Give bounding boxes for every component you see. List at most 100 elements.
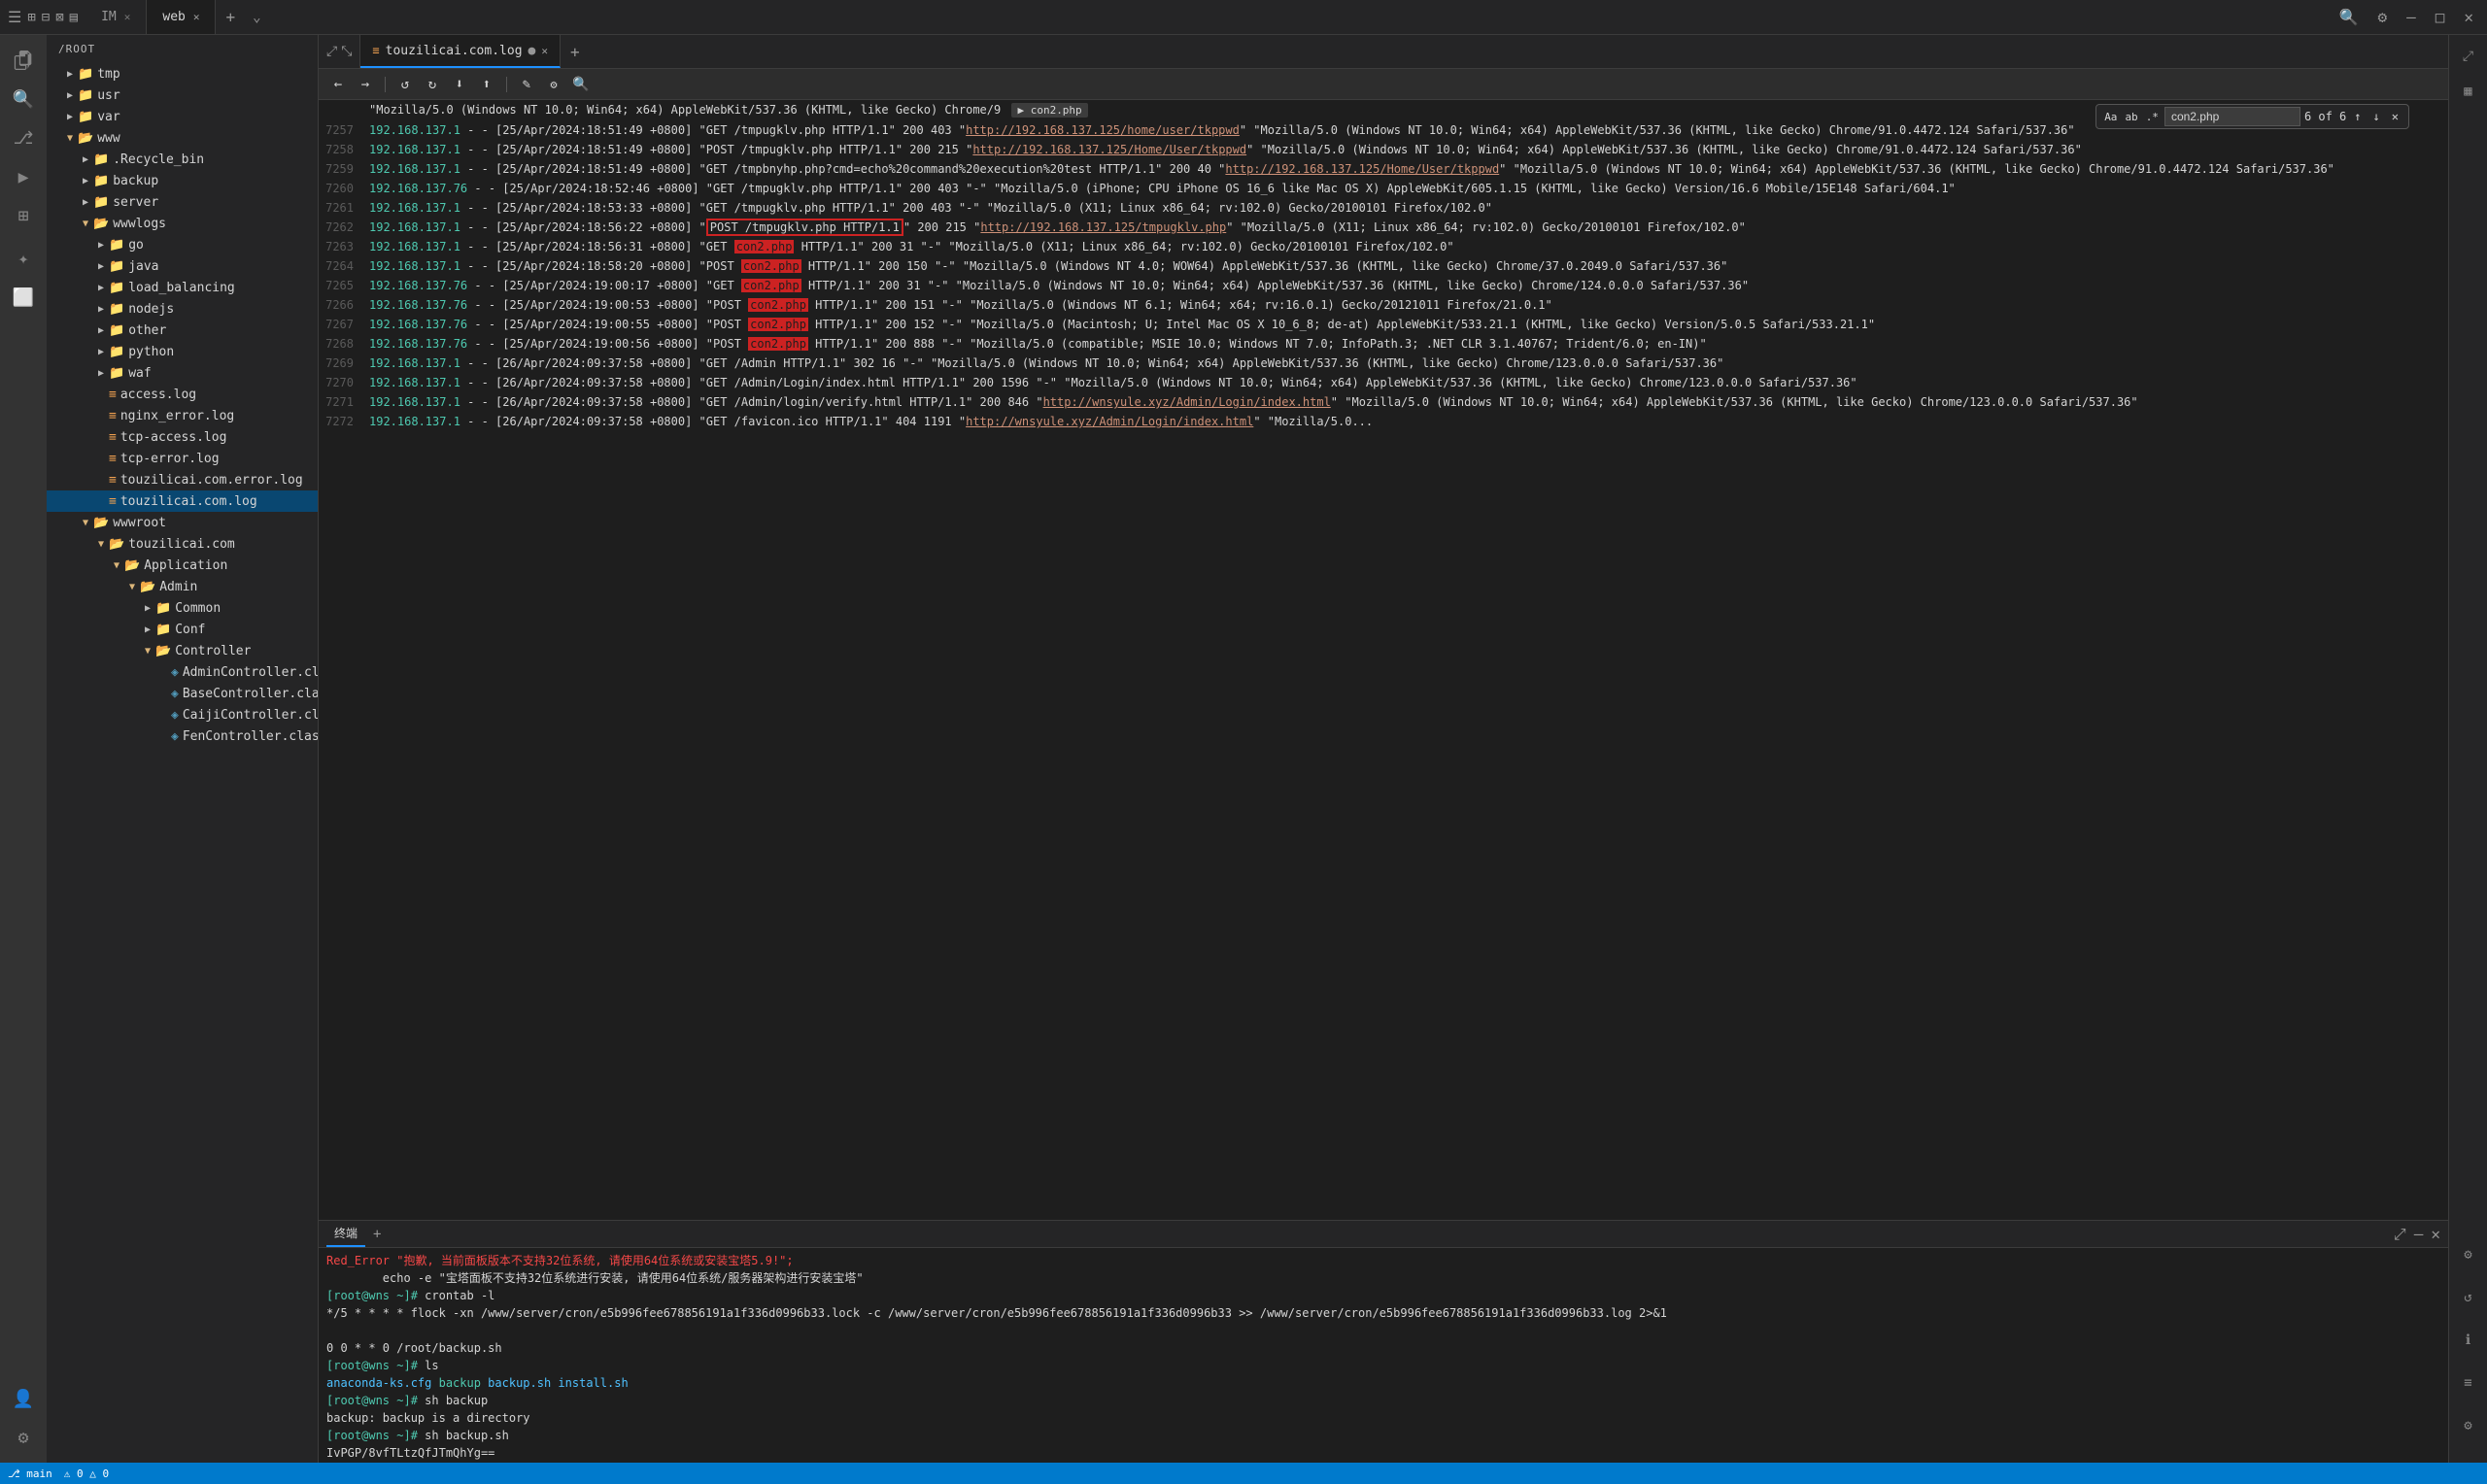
rs-gear2-icon[interactable]: ⚙ (2455, 1412, 2482, 1439)
tab-web[interactable]: web ✕ (147, 0, 216, 34)
tree-item-controller[interactable]: ▼ 📂 Controller (47, 640, 318, 661)
tree-item-admin-controller[interactable]: ▶ ◈ AdminController.class.php (47, 661, 318, 683)
gear-icon[interactable]: ⚙ (6, 1420, 41, 1455)
editor-tab-add[interactable]: + (561, 35, 590, 68)
sidebar-toggle-icon[interactable]: ☰ (8, 8, 21, 26)
tree-item-access-log[interactable]: ▶ ≡ access.log (47, 384, 318, 405)
rs-settings-icon[interactable]: ⚙ (2455, 1241, 2482, 1268)
tree-item-python[interactable]: ▶ 📁 python (47, 341, 318, 362)
tree-item-www[interactable]: ▼ 📂 www (47, 127, 318, 149)
tree-item-nginx-error[interactable]: ▶ ≡ nginx_error.log (47, 405, 318, 426)
terminal-expand-icon[interactable]: ⤢ (2394, 1225, 2406, 1244)
tree-item-wwwroot[interactable]: ▼ 📂 wwwroot (47, 512, 318, 533)
panel-icon2[interactable]: ⬜ (6, 280, 41, 315)
toolbar-search-bar[interactable]: 🔍 (569, 73, 593, 96)
log-content-7266: 192.168.137.76 - - [25/Apr/2024:19:00:53… (369, 295, 2448, 315)
toolbar-forward[interactable]: → (354, 73, 377, 96)
tree-item-tcp-error[interactable]: ▶ ≡ tcp-error.log (47, 448, 318, 469)
tree-item-caiji-controller[interactable]: ▶ ◈ CaijiController.class.php (47, 704, 318, 725)
tree-item-recycle[interactable]: ▶ 📁 .Recycle_bin (47, 149, 318, 170)
tree-item-other[interactable]: ▶ 📁 other (47, 320, 318, 341)
tree-label-conf: Conf (175, 623, 205, 637)
tree-item-base-controller[interactable]: ▶ ◈ BaseController.class.php (47, 683, 318, 704)
tree-item-touzilicai-error[interactable]: ▶ ≡ touzilicai.com.error.log (47, 469, 318, 490)
search-icon[interactable]: 🔍 (6, 82, 41, 117)
tree-item-var[interactable]: ▶ 📁 var (47, 106, 318, 127)
file-tree: ▶ 📁 tmp ▶ 📁 usr ▶ 📁 var ▼ � (47, 63, 318, 1463)
rs-layout-icon[interactable]: ▦ (2455, 78, 2482, 105)
maximize-icon[interactable]: □ (2430, 6, 2451, 28)
toolbar-settings[interactable]: ⚙ (542, 73, 565, 96)
status-branch[interactable]: ⎇ main (8, 1467, 52, 1480)
terminal-add-button[interactable]: + (373, 1227, 381, 1242)
compress-editor-icon[interactable]: ⤡ (341, 44, 352, 59)
find-close-button[interactable]: ✕ (2388, 110, 2402, 123)
find-next-button[interactable]: ↓ (2369, 110, 2384, 123)
close-window-icon[interactable]: ✕ (2458, 6, 2479, 28)
find-prev-button[interactable]: ↑ (2350, 110, 2365, 123)
tree-item-java[interactable]: ▶ 📁 java (47, 255, 318, 277)
extensions-icon[interactable]: ⊞ (6, 198, 41, 233)
tree-item-wwwlogs[interactable]: ▼ 📂 wwwlogs (47, 213, 318, 234)
editor-tab-touzilicai-log[interactable]: ≡ touzilicai.com.log ● ✕ (360, 35, 561, 68)
minimize-icon[interactable]: — (2401, 6, 2422, 28)
toolbar-back[interactable]: ← (326, 73, 350, 96)
account-icon[interactable]: 👤 (6, 1381, 41, 1416)
git-icon[interactable]: ⎇ (6, 120, 41, 155)
tab-im[interactable]: IM ✕ (85, 0, 147, 34)
tree-item-tmp[interactable]: ▶ 📁 tmp (47, 63, 318, 84)
rs-refresh-icon[interactable]: ↺ (2455, 1284, 2482, 1311)
tab-overflow[interactable]: ⌄ (245, 10, 268, 25)
tree-item-lb[interactable]: ▶ 📁 load_balancing (47, 277, 318, 298)
tree-item-tcp-access[interactable]: ▶ ≡ tcp-access.log (47, 426, 318, 448)
tree-item-application[interactable]: ▼ 📂 Application (47, 555, 318, 576)
tree-item-admin[interactable]: ▼ 📂 Admin (47, 576, 318, 597)
terminal-close-icon[interactable]: ✕ (2431, 1225, 2440, 1244)
find-input[interactable] (2164, 107, 2300, 126)
tab-web-close[interactable]: ✕ (193, 11, 200, 23)
editor-toolbar: ← → ↺ ↻ ⬇ ⬆ ✎ ⚙ 🔍 (319, 69, 2448, 100)
toolbar-upload[interactable]: ⬆ (475, 73, 498, 96)
tree-item-server[interactable]: ▶ 📁 server (47, 191, 318, 213)
tree-item-waf[interactable]: ▶ 📁 waf (47, 362, 318, 384)
log-view[interactable]: Aa ab .* 6 of 6 ↑ ↓ ✕ "Mozilla/5.0 (Wind… (319, 100, 2448, 1220)
find-word-icon[interactable]: ab (2123, 109, 2139, 125)
terminal-tab[interactable]: 终端 (326, 1221, 365, 1247)
tree-item-go[interactable]: ▶ 📁 go (47, 234, 318, 255)
tab-im-close[interactable]: ✕ (124, 11, 131, 23)
tree-item-conf[interactable]: ▶ 📁 Conf (47, 619, 318, 640)
find-regex-icon[interactable]: .* (2144, 109, 2161, 125)
layout-icon[interactable]: ⊠ (55, 10, 63, 25)
tree-item-backup[interactable]: ▶ 📁 backup (47, 170, 318, 191)
activity-bottom: 👤 ⚙ (6, 1381, 41, 1463)
find-case-icon[interactable]: Aa (2102, 109, 2119, 125)
tree-item-common[interactable]: ▶ 📁 Common (47, 597, 318, 619)
expand-icon[interactable]: ⊞ (27, 10, 35, 25)
tab-add-button[interactable]: + (216, 0, 245, 34)
log-line-7264: 7264 192.168.137.1 - - [25/Apr/2024:18:5… (319, 256, 2448, 276)
rs-info-icon[interactable]: ℹ (2455, 1327, 2482, 1354)
tree-item-usr[interactable]: ▶ 📁 usr (47, 84, 318, 106)
toolbar-refresh[interactable]: ↺ (393, 73, 417, 96)
remote-icon[interactable]: ✦ (6, 241, 41, 276)
log-line-7269: 7269 192.168.137.1 - - [26/Apr/2024:09:3… (319, 354, 2448, 373)
rs-settings2-icon[interactable]: ≡ (2455, 1369, 2482, 1397)
terminal-minimize-icon[interactable]: — (2414, 1225, 2424, 1244)
tree-item-fen-controller[interactable]: ▶ ◈ FenController.class.php (47, 725, 318, 747)
tree-item-touzilicai-log[interactable]: ▶ ≡ touzilicai.com.log (47, 490, 318, 512)
rs-expand-icon[interactable]: ⤢ (2455, 43, 2482, 70)
explorer-icon[interactable] (6, 43, 41, 78)
terminal-body[interactable]: Red_Error "抱歉, 当前面板版本不支持32位系统, 请使用64位系统或… (319, 1248, 2448, 1463)
toolbar-download[interactable]: ⬇ (448, 73, 471, 96)
layout2-icon[interactable]: ▤ (70, 10, 78, 25)
split-icon[interactable]: ⊟ (42, 10, 50, 25)
tree-item-touzilicai-com[interactable]: ▼ 📂 touzilicai.com (47, 533, 318, 555)
toolbar-refresh2[interactable]: ↻ (421, 73, 444, 96)
debug-icon[interactable]: ▶ (6, 159, 41, 194)
toolbar-edit[interactable]: ✎ (515, 73, 538, 96)
tree-item-nodejs[interactable]: ▶ 📁 nodejs (47, 298, 318, 320)
editor-tab-close[interactable]: ✕ (541, 45, 548, 57)
expand-editor-icon[interactable]: ⤢ (326, 44, 337, 59)
search-global-icon[interactable]: 🔍 (2334, 6, 2365, 28)
settings-icon[interactable]: ⚙ (2371, 6, 2393, 28)
